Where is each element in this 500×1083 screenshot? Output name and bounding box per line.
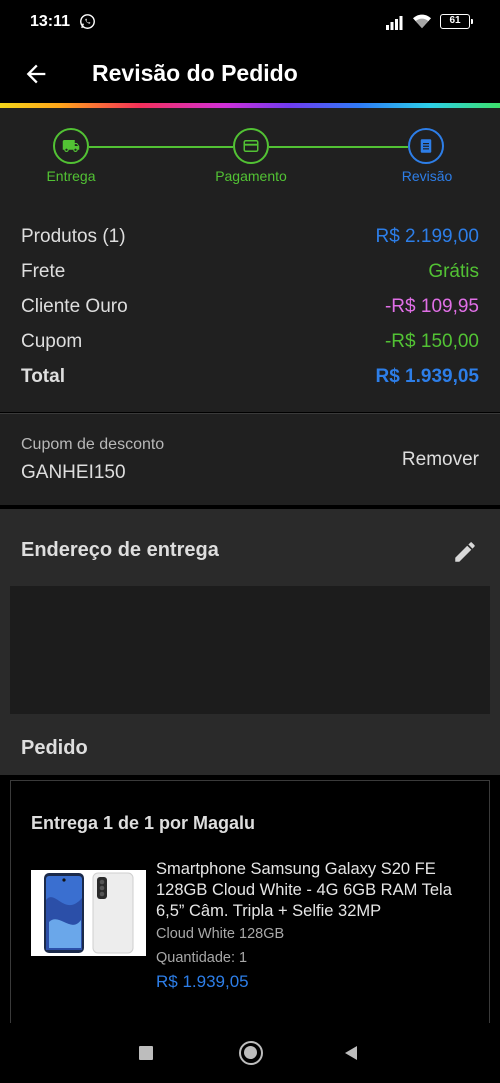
checkout-stepper: Entrega Pagamento Revisão [0,108,500,204]
summary-row-coupon: Cupom -R$ 150,00 [0,331,500,366]
app-bar: Revisão do Pedido [0,44,500,104]
order-card: Entrega 1 de 1 por Magalu Smartphone Sam… [10,780,490,1024]
coupon-label: Cupom de desconto [21,436,165,453]
step-pagamento[interactable] [233,128,269,164]
summary-value: -R$ 150,00 [384,331,479,352]
summary-row-shipping: Frete Grátis [0,261,500,296]
remove-coupon-button[interactable]: Remover [402,449,479,471]
summary-label: Frete [21,261,66,282]
summary-value: R$ 1.939,05 [375,366,479,387]
summary-label: Total [21,366,65,387]
address-section: Endereço de entrega Pedido [0,509,500,775]
step-connector [89,146,233,148]
product-name[interactable]: Smartphone Samsung Galaxy S20 FE 128GB C… [156,859,476,922]
document-icon [420,139,432,153]
step-connector [269,146,408,148]
battery-indicator: 61 [440,14,473,29]
summary-row-gold-client: Cliente Ouro -R$ 109,95 [0,296,500,331]
address-card[interactable] [10,586,490,714]
step-label-revisao: Revisão [401,168,453,184]
recent-apps-icon[interactable] [139,1046,153,1060]
order-summary: Produtos (1) R$ 2.199,00 Frete Grátis Cl… [0,204,500,412]
step-label-pagamento: Pagamento [215,168,287,184]
status-time: 13:11 [30,13,71,30]
step-revisao[interactable] [408,128,444,164]
summary-value: -R$ 109,95 [384,296,479,317]
summary-label: Cliente Ouro [21,296,128,317]
product-quantity: Quantidade: 1 [156,950,248,966]
summary-label: Cupom [21,331,83,352]
coupon-code: GANHEI150 [21,462,126,483]
credit-card-icon [243,140,259,152]
back-arrow-icon[interactable] [22,60,50,88]
summary-row-total: Total R$ 1.939,05 [0,366,500,401]
summary-value: R$ 2.199,00 [375,226,479,247]
step-label-entrega: Entrega [46,168,96,184]
pencil-icon[interactable] [452,539,478,565]
shipping-title: Entrega 1 de 1 por Magalu [31,813,256,833]
product-variant: Cloud White 128GB [156,926,285,942]
wifi-icon [413,14,431,29]
home-icon[interactable] [239,1041,263,1065]
status-bar: 13:11 61 [0,0,500,44]
coupon-section: Cupom de desconto GANHEI150 Remover [0,413,500,505]
summary-row-products: Produtos (1) R$ 2.199,00 [0,226,500,261]
truck-icon [62,140,80,152]
page-title: Revisão do Pedido [92,60,298,86]
step-entrega[interactable] [53,128,89,164]
product-image[interactable] [31,870,146,956]
summary-label: Produtos (1) [21,226,126,247]
order-title: Pedido [21,737,88,759]
back-triangle-icon[interactable] [343,1045,359,1061]
product-price: R$ 1.939,05 [156,972,249,991]
system-nav-bar [0,1023,500,1083]
whatsapp-icon [80,14,95,29]
summary-value: Grátis [428,261,479,282]
address-title: Endereço de entrega [21,539,219,561]
signal-icon [386,16,403,30]
